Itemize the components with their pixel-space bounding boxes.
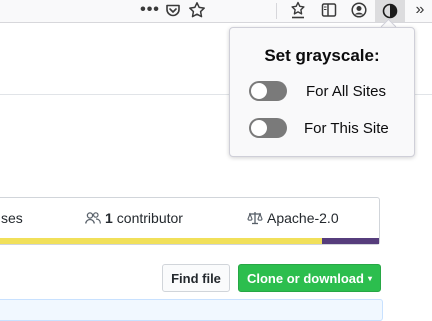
- browser-toolbar: ••• »: [0, 0, 432, 23]
- toggle-this-site[interactable]: [249, 118, 287, 138]
- people-icon: [85, 212, 101, 224]
- grayscale-extension-icon[interactable]: [375, 0, 405, 22]
- language-segment-primary: [0, 238, 322, 244]
- language-segment-secondary: [321, 238, 379, 244]
- more-actions-icon[interactable]: •••: [140, 1, 160, 19]
- contributors-link[interactable]: 1 contributor: [85, 210, 183, 226]
- contributors-count: 1: [105, 210, 113, 226]
- option-all-sites-label: For All Sites: [306, 82, 387, 100]
- caret-down-icon: ▾: [367, 273, 372, 283]
- account-icon[interactable]: [350, 1, 368, 19]
- popup-title: Set grayscale:: [264, 46, 380, 65]
- toggle-all-sites[interactable]: [249, 81, 287, 101]
- licenses-fragment[interactable]: ses: [1, 210, 23, 226]
- option-this-site-label: For This Site: [304, 119, 389, 137]
- reading-list-star-icon[interactable]: [289, 1, 307, 19]
- bookmark-star-icon[interactable]: [187, 1, 207, 19]
- contributors-label: contributor: [116, 210, 183, 226]
- license-name: Apache-2.0: [267, 210, 339, 226]
- repo-stats-bar: ses 1 contributor Apache-2.0: [0, 197, 380, 245]
- license-link[interactable]: Apache-2.0: [247, 210, 339, 226]
- law-scale-icon: [247, 212, 263, 225]
- library-icon[interactable]: [320, 1, 338, 19]
- find-file-button[interactable]: Find file: [162, 264, 230, 292]
- toggle-knob: [251, 83, 267, 99]
- language-bar[interactable]: [0, 238, 379, 244]
- licenses-fragment-text: ses: [1, 210, 23, 226]
- overflow-chevron-icon[interactable]: »: [410, 1, 430, 19]
- find-file-label: Find file: [171, 270, 221, 286]
- grayscale-popup: Set grayscale: For All Sites For This Si…: [229, 27, 415, 157]
- pocket-icon[interactable]: [164, 1, 182, 19]
- clone-label: Clone or download: [246, 270, 364, 286]
- info-flash-box: [0, 299, 383, 321]
- toolbar-separator: [276, 3, 277, 19]
- clone-or-download-button[interactable]: Clone or download ▾: [238, 264, 381, 292]
- toggle-knob: [251, 120, 267, 136]
- option-this-site: For This Site: [249, 117, 389, 139]
- option-all-sites: For All Sites: [249, 80, 386, 102]
